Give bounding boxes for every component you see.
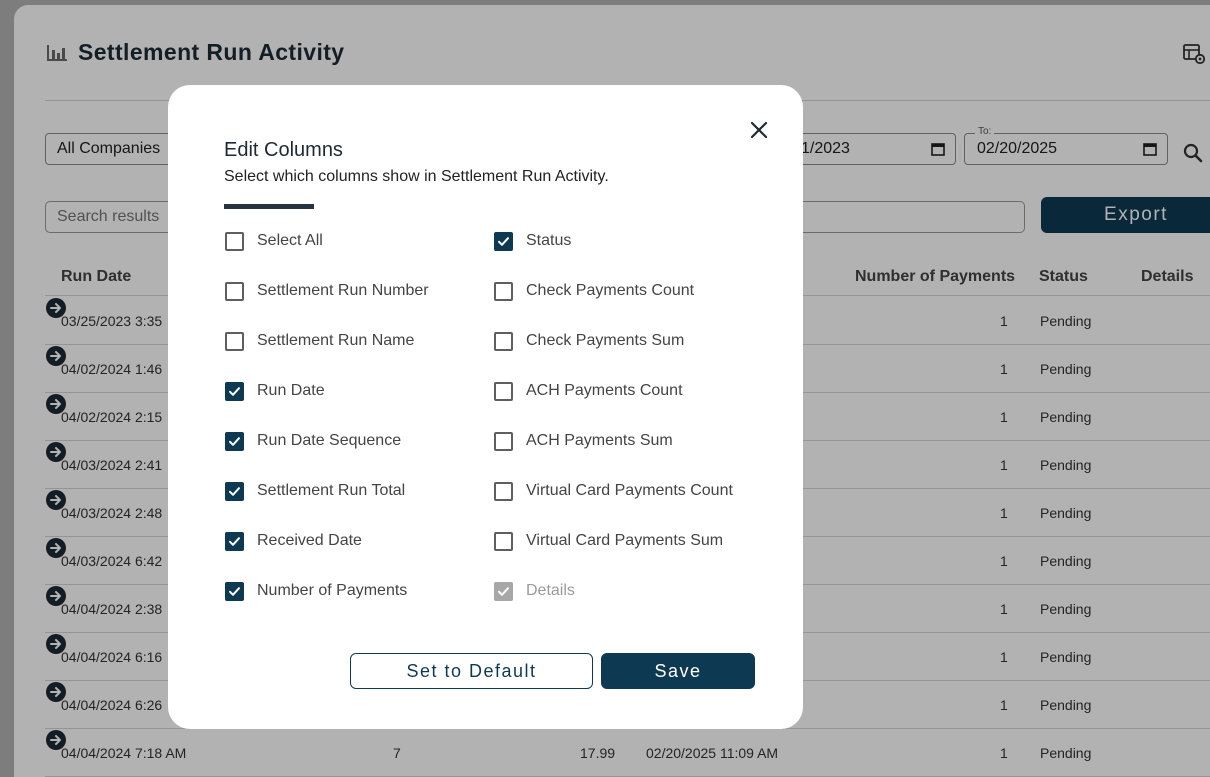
column-option-label: Details — [526, 582, 575, 599]
close-icon[interactable] — [748, 119, 770, 141]
title-underline — [224, 204, 314, 209]
checkbox-checked-icon — [494, 581, 513, 601]
checkbox-checked-icon[interactable] — [225, 531, 244, 551]
dialog-title: Edit Columns — [224, 139, 343, 161]
checkbox-empty-icon[interactable] — [494, 331, 513, 351]
edit-columns-dialog: Edit Columns Select which columns show i… — [168, 85, 803, 729]
column-option-ach-payments-sum[interactable]: ACH Payments Sum — [494, 429, 673, 453]
column-option-label: Run Date — [257, 382, 325, 399]
column-option-label: Virtual Card Payments Sum — [526, 532, 724, 549]
column-option-label: Settlement Run Number — [257, 282, 429, 299]
column-option-ach-payments-count[interactable]: ACH Payments Count — [494, 379, 683, 403]
checkbox-empty-icon[interactable] — [225, 281, 244, 301]
column-option-check-payments-count[interactable]: Check Payments Count — [494, 279, 694, 303]
column-option-label: Received Date — [257, 532, 362, 549]
column-option-received-date[interactable]: Received Date — [225, 529, 362, 553]
checkbox-empty-icon[interactable] — [225, 331, 244, 351]
column-option-virtual-card-payments-sum[interactable]: Virtual Card Payments Sum — [494, 529, 723, 553]
column-option-settlement-run-name[interactable]: Settlement Run Name — [225, 329, 414, 353]
column-option-label: Check Payments Sum — [526, 332, 685, 349]
column-option-label: Check Payments Count — [526, 282, 695, 299]
column-option-label: Number of Payments — [257, 582, 408, 599]
checkbox-empty-icon[interactable] — [494, 531, 513, 551]
set-to-default-button[interactable]: Set to Default — [350, 653, 593, 689]
column-option-settlement-run-number[interactable]: Settlement Run Number — [225, 279, 429, 303]
column-option-label: Settlement Run Total — [257, 482, 406, 499]
column-option-check-payments-sum[interactable]: Check Payments Sum — [494, 329, 684, 353]
checkbox-checked-icon[interactable] — [225, 581, 244, 601]
column-option-label: Settlement Run Name — [257, 332, 415, 349]
column-option-label: Virtual Card Payments Count — [526, 482, 733, 499]
checkbox-empty-icon[interactable] — [494, 431, 513, 451]
column-option-run-date[interactable]: Run Date — [225, 379, 325, 403]
checkbox-checked-icon[interactable] — [225, 431, 244, 451]
column-option-label: ACH Payments Sum — [526, 432, 673, 449]
checkbox-checked-icon[interactable] — [494, 231, 513, 251]
save-button[interactable]: Save — [601, 653, 755, 689]
column-option-run-date-sequence[interactable]: Run Date Sequence — [225, 429, 401, 453]
checkbox-empty-icon[interactable] — [225, 231, 244, 251]
column-option-status[interactable]: Status — [494, 229, 571, 253]
column-option-label: Run Date Sequence — [257, 432, 402, 449]
column-option-number-of-payments[interactable]: Number of Payments — [225, 579, 407, 603]
column-option-label: ACH Payments Count — [526, 382, 683, 399]
column-option-select-all[interactable]: Select All — [225, 229, 323, 253]
checkbox-empty-icon[interactable] — [494, 381, 513, 401]
column-option-virtual-card-payments-count[interactable]: Virtual Card Payments Count — [494, 479, 733, 503]
checkbox-checked-icon[interactable] — [225, 481, 244, 501]
column-option-details: Details — [494, 579, 575, 603]
checkbox-checked-icon[interactable] — [225, 381, 244, 401]
dialog-subtitle: Select which columns show in Settlement … — [224, 168, 609, 185]
checkbox-empty-icon[interactable] — [494, 281, 513, 301]
column-option-label: Select All — [257, 232, 323, 249]
checkbox-empty-icon[interactable] — [494, 481, 513, 501]
column-option-label: Status — [526, 232, 572, 249]
column-option-settlement-run-total[interactable]: Settlement Run Total — [225, 479, 405, 503]
